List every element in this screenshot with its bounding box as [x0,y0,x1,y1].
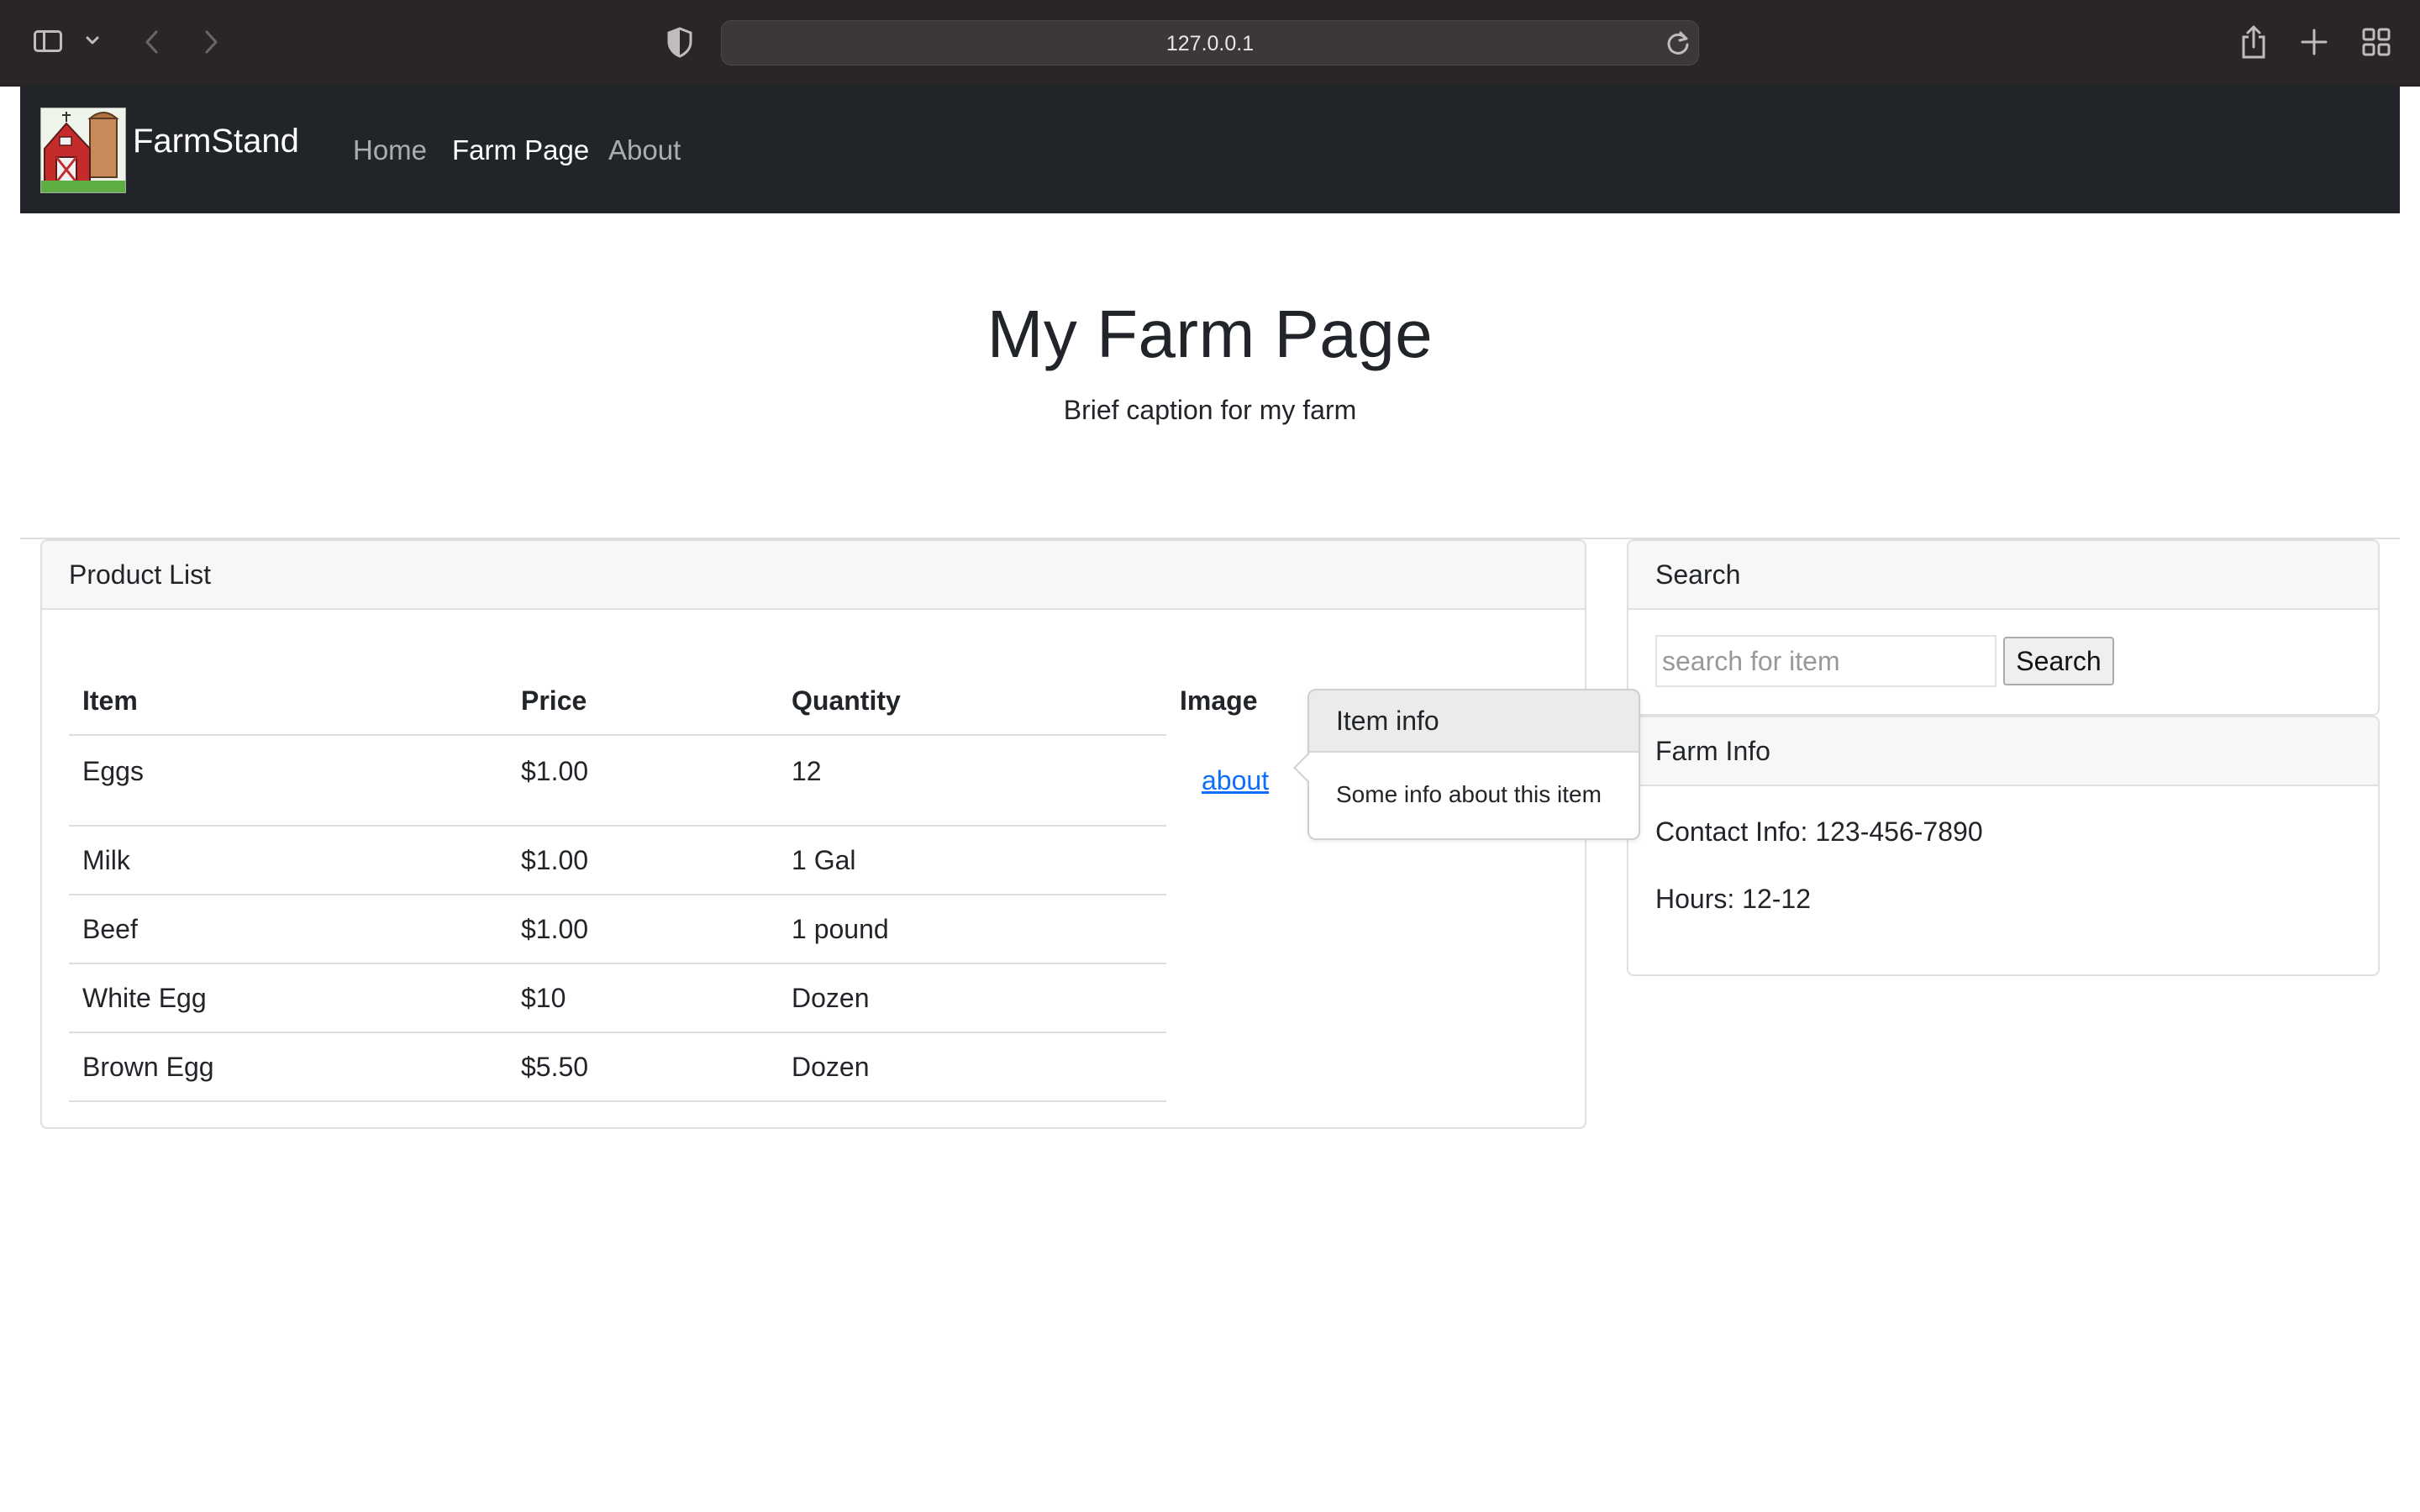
sidebar-toggle-icon[interactable] [34,29,67,55]
table-header-row: Item Price Quantity Image [69,667,1361,736]
barn-logo-icon[interactable] [40,108,126,193]
cell-item: Brown Egg [69,1032,508,1102]
popover-body: Some info about this item [1336,781,1602,807]
cell-quantity: 12 [778,735,1166,827]
reload-icon[interactable] [1664,29,1692,57]
popover-title: Item info [1309,690,1639,753]
nav-link-about[interactable]: About [608,134,681,166]
column-header-quantity: Quantity [778,667,1166,736]
share-icon[interactable] [2238,24,2269,60]
column-header-item: Item [69,667,508,736]
hours-info: Hours: 12-12 [1655,884,1811,914]
browser-toolbar: 127.0.0.1 [0,0,2420,87]
plus-icon[interactable] [2299,27,2329,57]
chevron-down-icon[interactable] [84,32,101,49]
search-button[interactable]: Search [2003,637,2114,685]
cell-quantity: Dozen [778,963,1166,1033]
cell-item: White Egg [69,963,508,1033]
address-bar[interactable]: 127.0.0.1 [721,20,1699,66]
cell-quantity: 1 pound [778,895,1166,964]
search-header: Search [1628,541,2378,610]
table-row: White Egg $10 Dozen [69,963,1361,1033]
cell-price: $5.50 [508,1032,778,1102]
forward-icon[interactable] [198,25,224,59]
page-title: My Farm Page [986,297,1434,371]
cell-image [1166,963,1361,1032]
page-caption: Brief caption for my farm [1063,395,1357,425]
cell-item: Beef [69,895,508,964]
product-list-header: Product List [42,541,1585,610]
table-row: Brown Egg $5.50 Dozen [69,1032,1361,1102]
item-info-popover: Item info Some info about this item [1293,689,1640,840]
cell-quantity: Dozen [778,1032,1166,1102]
cell-item: Milk [69,826,508,895]
shield-icon[interactable] [666,25,694,59]
cell-image [1166,895,1361,963]
table-row: Eggs $1.00 12 about [69,735,1361,827]
cell-price: $1.00 [508,895,778,964]
brand-name[interactable]: FarmStand [133,123,299,160]
url-text: 127.0.0.1 [1165,32,1255,55]
table-row: Milk $1.00 1 Gal [69,826,1361,895]
about-link[interactable]: about [1202,765,1269,795]
contact-info: Contact Info: 123-456-7890 [1655,816,1983,847]
tab-overview-icon[interactable] [2361,27,2391,57]
cell-image [1166,1032,1361,1101]
cell-price: $1.00 [508,735,778,827]
search-input[interactable]: search for item [1655,635,1996,687]
cell-price: $1.00 [508,826,778,895]
nav-link-home[interactable]: Home [353,134,427,166]
column-header-price: Price [508,667,778,736]
cell-item: Eggs [69,735,508,827]
search-card: Search search for item Search [1627,539,2380,716]
back-icon[interactable] [139,25,165,59]
table-row: Beef $1.00 1 pound [69,895,1361,964]
farm-info-header: Farm Info [1628,717,2378,786]
farm-info-card: Farm Info Contact Info: 123-456-7890 Hou… [1627,716,2380,976]
product-table: Item Price Quantity Image Eggs $1.00 12 … [69,667,1361,1102]
nav-link-farm-page[interactable]: Farm Page [452,134,589,166]
site-navbar: FarmStand Home Farm Page About [20,86,2400,213]
cell-quantity: 1 Gal [778,826,1166,895]
cell-price: $10 [508,963,778,1033]
